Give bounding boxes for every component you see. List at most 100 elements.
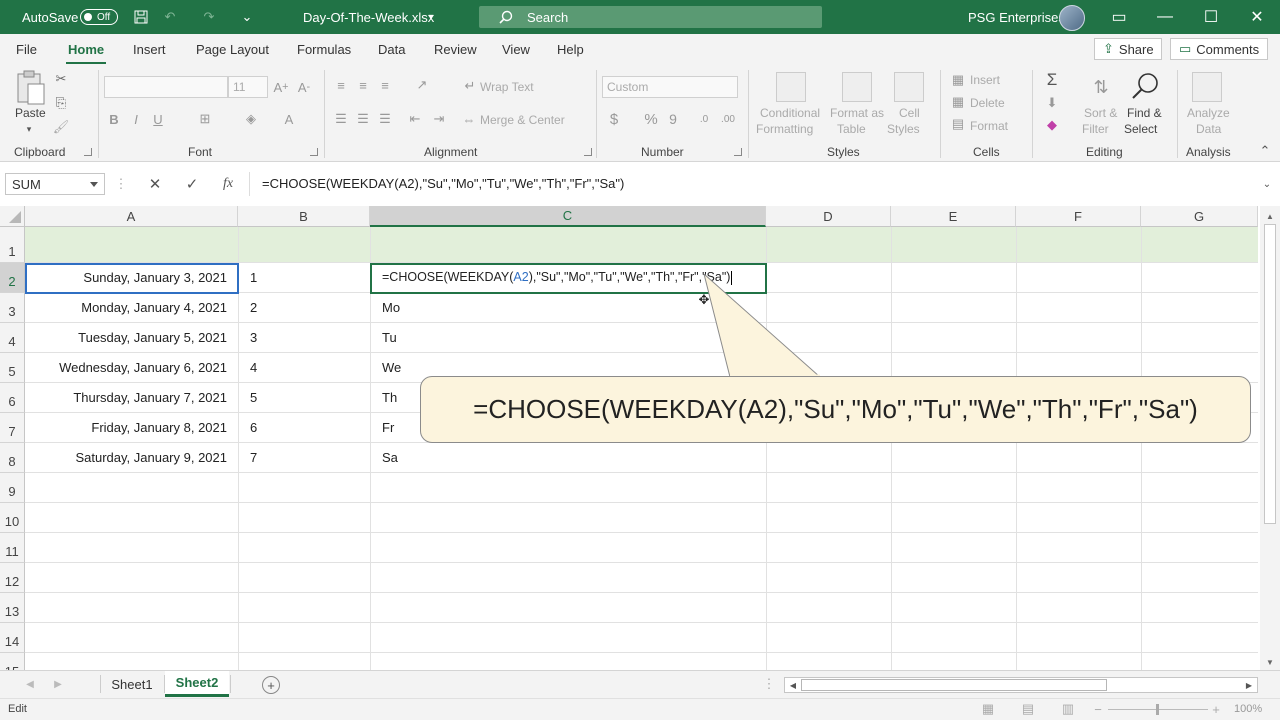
row-header[interactable]: 8 [0, 443, 25, 473]
row-header[interactable]: 13 [0, 593, 25, 623]
cell-c4[interactable]: Tu [382, 330, 397, 345]
column-header-e[interactable]: E [891, 206, 1016, 227]
horizontal-scrollbar[interactable]: ◀ ▶ [784, 677, 1258, 693]
cell-a5[interactable]: Wednesday, January 6, 2021 [25, 360, 227, 375]
scroll-left-icon[interactable]: ◀ [787, 679, 799, 691]
row-header[interactable]: 6 [0, 383, 25, 413]
vertical-scroll-thumb[interactable] [1264, 224, 1276, 524]
redo-icon[interactable]: ↷ [199, 8, 219, 26]
column-header-a[interactable]: A [25, 206, 238, 227]
paste-label[interactable]: Paste [15, 106, 46, 120]
row-header[interactable]: 9 [0, 473, 25, 503]
row-header[interactable]: 1 [0, 227, 25, 263]
sort-filter-label2[interactable]: Filter [1082, 122, 1109, 136]
wrap-text-button[interactable]: Wrap Text [480, 80, 534, 94]
increase-font-icon[interactable]: A + [272, 78, 290, 96]
font-color-icon[interactable]: A [280, 110, 298, 128]
check-icon[interactable]: ✓ [183, 175, 201, 193]
alignment-launcher-icon[interactable] [584, 148, 592, 156]
analyze-data-label1[interactable]: Analyze [1187, 106, 1230, 120]
chevron-down-icon[interactable]: ▾ [425, 9, 437, 25]
page-break-view-icon[interactable]: ▥ [1060, 701, 1076, 716]
formula-input[interactable]: =CHOOSE(WEEKDAY(A2),"Su","Mo","Tu","We",… [262, 176, 624, 191]
name-box[interactable]: SUM [5, 173, 105, 195]
cut-icon[interactable]: ✂ [52, 70, 70, 88]
comments-button[interactable]: ▭ Comments [1170, 38, 1268, 60]
comma-style-icon[interactable]: 9 [666, 110, 680, 128]
percent-icon[interactable]: % [642, 110, 660, 128]
increase-indent-icon[interactable]: ⇥ [430, 110, 448, 128]
scroll-down-icon[interactable]: ▼ [1264, 656, 1276, 668]
delete-cells-button[interactable]: Delete [970, 96, 1005, 110]
tab-review[interactable]: Review [434, 42, 477, 57]
previous-sheet-icon[interactable]: ◀ [24, 677, 36, 691]
tab-sheet1[interactable]: Sheet1 [101, 671, 163, 697]
column-header-f[interactable]: F [1016, 206, 1141, 227]
align-center-icon[interactable]: ☰ [354, 110, 372, 128]
cell-a2[interactable]: Sunday, January 3, 2021 [25, 270, 227, 285]
conditional-formatting-label2[interactable]: Formatting [756, 122, 813, 136]
zoom-level[interactable]: 100% [1234, 703, 1262, 715]
orientation-icon[interactable]: ↗ [410, 76, 434, 94]
column-header-d[interactable]: D [766, 206, 891, 227]
align-middle-icon[interactable]: ≡ [354, 76, 372, 94]
format-as-table-label1[interactable]: Format as [830, 106, 884, 120]
bold-button[interactable]: B [106, 110, 122, 128]
undo-icon[interactable]: ↶ [160, 8, 180, 26]
tab-file[interactable]: File [16, 42, 37, 57]
tab-insert[interactable]: Insert [133, 42, 166, 57]
conditional-formatting-label1[interactable]: Conditional [760, 106, 820, 120]
zoom-out-icon[interactable]: − [1092, 702, 1104, 717]
align-right-icon[interactable]: ☰ [376, 110, 394, 128]
increase-decimal-icon[interactable]: .0 [694, 110, 714, 128]
account-name[interactable]: PSG Enterprises [968, 10, 1065, 25]
decrease-decimal-icon[interactable]: .00 [718, 110, 738, 128]
minimize-icon[interactable]: — [1142, 0, 1188, 34]
tab-home[interactable]: Home [65, 42, 107, 65]
underline-button[interactable]: U [150, 110, 166, 128]
autosave-toggle[interactable]: Off [80, 9, 118, 25]
tab-sheet2[interactable]: Sheet2 [165, 671, 229, 697]
align-top-icon[interactable]: ≡ [332, 76, 350, 94]
ribbon-display-icon[interactable]: ▭ [1096, 0, 1142, 34]
maximize-icon[interactable]: ☐ [1188, 0, 1234, 34]
align-left-icon[interactable]: ☰ [332, 110, 350, 128]
copy-icon[interactable]: ⎘ [52, 94, 70, 112]
cell-a6[interactable]: Thursday, January 7, 2021 [25, 390, 227, 405]
cell-b4[interactable]: 3 [250, 330, 257, 345]
row-header[interactable]: 12 [0, 563, 25, 593]
row-header[interactable]: 11 [0, 533, 25, 563]
cell-b3[interactable]: 2 [250, 300, 257, 315]
tab-view[interactable]: View [502, 42, 530, 57]
borders-icon[interactable]: ⊞ [196, 110, 214, 128]
insert-function-icon[interactable]: fx [218, 175, 238, 193]
cell-a7[interactable]: Friday, January 8, 2021 [25, 420, 227, 435]
sort-filter-label1[interactable]: Sort & [1084, 106, 1117, 120]
clear-icon[interactable]: ◆ [1042, 116, 1062, 134]
font-launcher-icon[interactable] [310, 148, 318, 156]
avatar[interactable] [1059, 5, 1085, 31]
number-launcher-icon[interactable] [734, 148, 742, 156]
paste-dropdown-icon[interactable]: ▾ [24, 124, 34, 134]
cell-b6[interactable]: 5 [250, 390, 257, 405]
tab-data[interactable]: Data [378, 42, 405, 57]
tab-help[interactable]: Help [557, 42, 584, 57]
horizontal-scroll-thumb[interactable] [801, 679, 1107, 691]
currency-icon[interactable]: $ [606, 110, 622, 128]
cell-a4[interactable]: Tuesday, January 5, 2021 [25, 330, 227, 345]
select-all-button[interactable] [0, 206, 25, 227]
collapse-ribbon-icon[interactable]: ⌃ [1258, 143, 1272, 158]
fill-icon[interactable]: ⬇ [1042, 94, 1062, 112]
column-header-g[interactable]: G [1141, 206, 1258, 227]
close-icon[interactable]: ✕ [146, 175, 164, 193]
column-header-c[interactable]: C [370, 206, 766, 227]
zoom-in-icon[interactable]: + [1210, 702, 1222, 717]
scroll-up-icon[interactable]: ▲ [1264, 210, 1276, 222]
normal-view-icon[interactable]: ▦ [980, 701, 996, 716]
find-select-label1[interactable]: Find & [1127, 106, 1162, 120]
row-header[interactable]: 15 [0, 653, 25, 670]
next-sheet-icon[interactable]: ▶ [52, 677, 64, 691]
search-box[interactable]: Search [479, 6, 822, 28]
paste-icon[interactable] [14, 70, 46, 106]
share-button[interactable]: ⇪ Share [1094, 38, 1162, 60]
